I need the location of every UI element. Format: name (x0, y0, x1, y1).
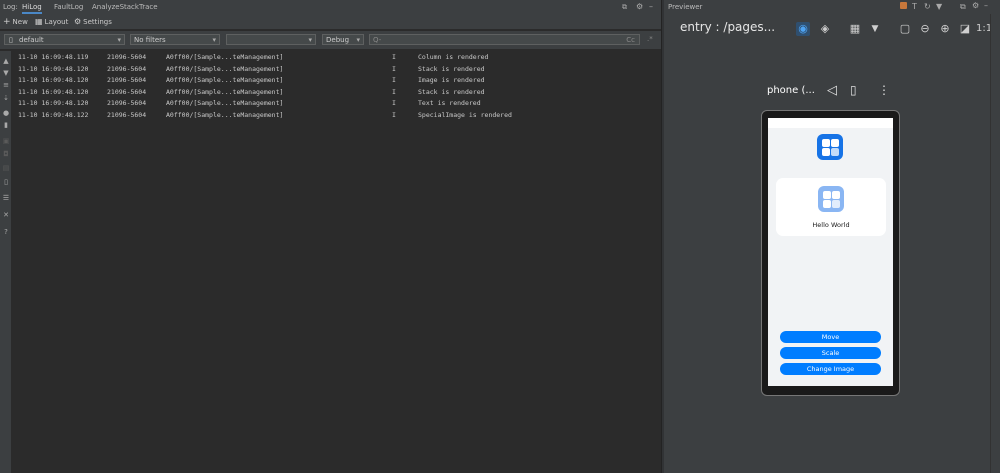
log-row: 11-10 16:09:48.122 21096-5604 A0ff00/[Sa… (18, 110, 512, 119)
gear-icon[interactable]: ⚙ (636, 2, 643, 11)
chevron-down-icon: ▾ (308, 36, 312, 44)
more-options-icon[interactable]: ⋮ (878, 83, 890, 97)
layout-button[interactable]: ▦ Layout (35, 17, 68, 26)
fit-screen-icon[interactable]: ◪ (958, 22, 972, 36)
filter-icon[interactable]: ▼ (936, 2, 942, 11)
search-placeholder: Q- (373, 36, 382, 44)
restore-icon[interactable]: ⧉ (960, 2, 966, 12)
device-value: default (19, 36, 44, 44)
log-level-select[interactable]: Debug ▾ (322, 34, 364, 45)
scale-button[interactable]: Scale (780, 347, 881, 359)
device-select[interactable]: ▯ default ▾ (4, 34, 125, 45)
help-icon[interactable]: ? (2, 228, 10, 236)
chevron-down-icon: ▾ (356, 36, 360, 44)
match-case-toggle[interactable]: Cc (626, 35, 635, 46)
screenshot-icon[interactable]: ▤ (2, 164, 10, 172)
filter-select[interactable]: No filters ▾ (130, 34, 220, 45)
settings-label: Settings (83, 17, 112, 26)
status-bar (768, 118, 893, 128)
chevron-down-icon: ▾ (212, 36, 216, 44)
log-row: 11-10 16:09:48.120 21096-5604 A0ff00/[Sa… (18, 99, 481, 107)
phone-screen[interactable]: Hello World Move Scale Change Image (768, 118, 893, 386)
zoom-in-icon[interactable]: ⊕ (938, 22, 952, 36)
process-select[interactable]: ▾ (226, 34, 316, 45)
camera-icon[interactable]: ◘ (2, 150, 10, 158)
log-row: 11-10 16:09:48.120 21096-5604 A0ff00/[Sa… (18, 87, 485, 96)
move-button[interactable]: Move (780, 331, 881, 343)
device-icon[interactable]: ▯ (2, 178, 10, 186)
minimize-icon[interactable]: – (984, 1, 988, 10)
fit-frame-icon[interactable]: ▢ (898, 22, 912, 36)
log-label: Log: (3, 3, 18, 11)
phone-frame: Hello World Move Scale Change Image (761, 110, 900, 396)
tab-hilog[interactable]: HiLog (22, 3, 42, 14)
soft-wrap-icon[interactable]: ≡ (2, 81, 10, 89)
chevron-down-icon[interactable]: ▼ (868, 22, 882, 36)
stop-icon[interactable] (900, 2, 907, 9)
log-search-input[interactable]: Q- Cc (369, 34, 640, 45)
previewer-title-bar: Previewer T ↻ ▼ ⧉ ⚙ – (664, 0, 1000, 15)
inspector-eye-icon[interactable]: ◉ (796, 22, 810, 36)
right-side-toolbar (990, 14, 1000, 473)
new-log-button[interactable]: + New (3, 17, 28, 27)
chevron-down-icon: ▾ (117, 36, 121, 44)
filter-value: No filters (134, 36, 166, 44)
previewer-title: Previewer (668, 3, 703, 11)
settings-button[interactable]: ⚙ Settings (74, 17, 112, 26)
layout-label: Layout (44, 17, 69, 26)
restore-icon[interactable]: ⧉ (622, 3, 627, 12)
arrow-up-icon[interactable]: ▲ (2, 57, 10, 65)
trash-icon[interactable]: ▮ (2, 121, 10, 129)
close-icon[interactable]: ✕ (2, 211, 10, 219)
log-output[interactable]: 11-10 16:09:48.119 21096-5604 A0ff00/[Sa… (11, 51, 661, 473)
log-tab-bar: Log: HiLog FaultLog AnalyzeStackTrace ⧉ … (0, 0, 661, 15)
change-image-button[interactable]: Change Image (780, 363, 881, 375)
log-panel: Log: HiLog FaultLog AnalyzeStackTrace ⧉ … (0, 0, 661, 473)
list-icon[interactable]: ☰ (2, 194, 10, 202)
app-grid-icon (817, 134, 843, 160)
grid-icon[interactable]: ▦ (848, 22, 862, 36)
previewer-panel: Previewer T ↻ ▼ ⧉ ⚙ – entry : /pages... … (664, 0, 1000, 473)
log-row: 11-10 16:09:48.120 21096-5604 A0ff00/[Sa… (18, 64, 485, 73)
page-path-selector[interactable]: entry : /pages... (680, 20, 775, 34)
scroll-to-end-icon[interactable]: ⇣ (2, 94, 10, 102)
rotate-device-icon[interactable]: ▯ (850, 83, 857, 97)
log-level-value: Debug (326, 36, 350, 44)
log-row: 11-10 16:09:48.120 21096-5604 A0ff00/[Sa… (18, 76, 485, 84)
hello-card: Hello World (776, 178, 886, 236)
grid-icon: ▦ (35, 17, 43, 26)
record-icon[interactable]: ● (2, 109, 10, 117)
gear-icon[interactable]: ⚙ (972, 1, 979, 10)
refresh-icon[interactable]: ↻ (924, 2, 931, 11)
tab-analyzestacktrace[interactable]: AnalyzeStackTrace (92, 3, 158, 11)
tab-faultlog[interactable]: FaultLog (54, 3, 83, 11)
actual-size-button[interactable]: 1:1 (976, 22, 992, 36)
device-bar: phone (... ◁ ▯ ⋮ (764, 83, 904, 99)
new-label: New (12, 18, 28, 26)
previewer-header: entry : /pages... ◉ ◈ ▦ ▼ ▢ ⊖ ⊕ ◪ 1:1 (664, 14, 1000, 44)
print-icon[interactable]: ▣ (2, 137, 10, 145)
gear-icon: ⚙ (74, 17, 82, 26)
arrow-down-icon[interactable]: ▼ (2, 69, 10, 77)
log-filter-bar: ▯ default ▾ No filters ▾ ▾ Debug ▾ Q- Cc… (0, 31, 661, 50)
layers-icon[interactable]: ◈ (818, 22, 832, 36)
log-side-toolbar: ▲ ▼ ≡ ⇣ ● ▮ ▣ ◘ ▤ ▯ ☰ ✕ ? (0, 51, 11, 473)
font-icon[interactable]: T (912, 2, 917, 11)
zoom-out-icon[interactable]: ⊖ (918, 22, 932, 36)
app-grid-icon (818, 186, 844, 212)
back-triangle-icon[interactable]: ◁ (827, 83, 837, 98)
log-toolbar: + New ▦ Layout ⚙ Settings (0, 14, 661, 29)
log-row: 11-10 16:09:48.119 21096-5604 A0ff00/[Sa… (18, 53, 489, 61)
plus-icon: + (3, 17, 11, 27)
phone-icon: ▯ (9, 36, 13, 44)
device-selector[interactable]: phone (... (767, 85, 815, 96)
regex-toggle[interactable]: .* (647, 35, 653, 43)
hello-world-text: Hello World (812, 221, 850, 229)
minimize-icon[interactable]: – (649, 2, 653, 11)
